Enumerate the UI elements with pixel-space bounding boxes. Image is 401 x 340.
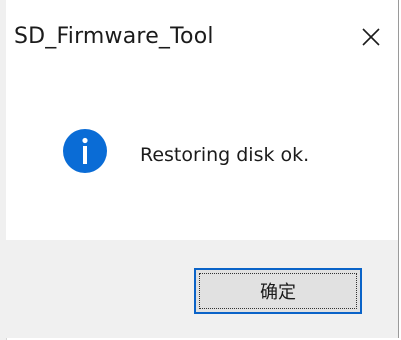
dialog-content: Restoring disk ok. <box>6 74 398 240</box>
info-icon <box>63 129 107 173</box>
window-title: SD_Firmware_Tool <box>14 24 214 49</box>
message-dialog: SD_Firmware_Tool Restoring disk ok. 确定 <box>6 0 399 338</box>
dialog-footer: 确定 <box>6 240 398 338</box>
dialog-message: Restoring disk ok. <box>140 144 310 166</box>
ok-button-label: 确定 <box>260 282 296 303</box>
close-button[interactable] <box>354 20 388 54</box>
close-icon <box>362 28 380 46</box>
title-bar[interactable]: SD_Firmware_Tool <box>6 0 398 74</box>
ok-button[interactable]: 确定 <box>194 268 362 314</box>
